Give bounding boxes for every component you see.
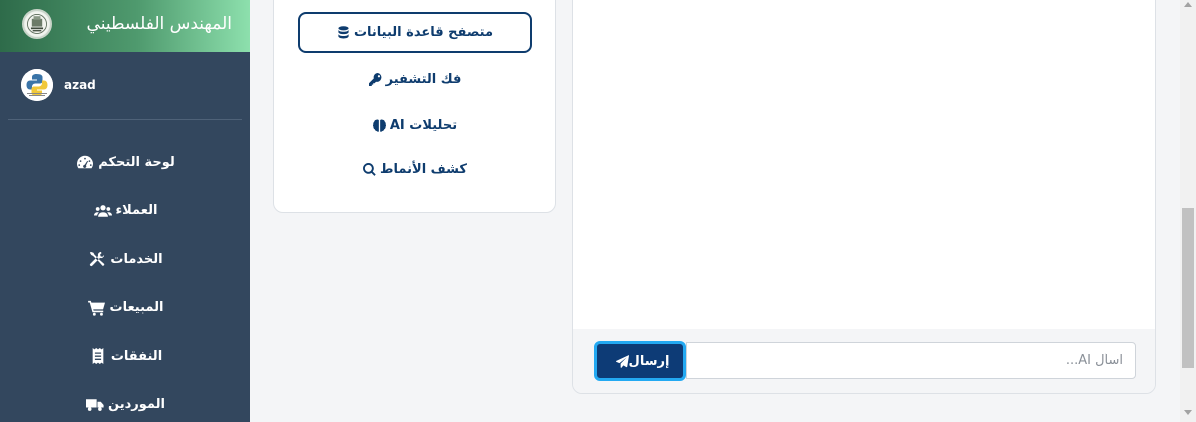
brain-icon — [372, 118, 386, 132]
sidebar-item-label: النفقات — [110, 348, 163, 364]
ai-analytics-link[interactable]: تحليلات AI — [298, 114, 532, 136]
send-label: إرسال — [628, 353, 670, 369]
search-icon — [363, 162, 376, 176]
key-icon — [368, 72, 382, 86]
sidebar-item-label: العملاء — [115, 203, 158, 219]
sidebar-item-label: المبيعات — [109, 300, 164, 316]
db-browser-button[interactable]: متصفح قاعدة البيانات — [298, 12, 532, 53]
paper-plane-icon — [615, 354, 629, 368]
ai-analytics-label: تحليلات AI — [389, 117, 458, 133]
sidebar-item-services[interactable]: الخدمات — [0, 235, 250, 284]
users-icon — [93, 202, 113, 220]
scrollbar-thumb[interactable] — [1182, 208, 1194, 368]
decrypt-link[interactable]: فك التشفير — [298, 68, 532, 90]
pattern-detect-link[interactable]: كشف الأنماط — [298, 158, 532, 180]
sidebar: المهندس الفلسطيني azad لوحة التحكم العمل… — [0, 0, 250, 422]
sidebar-item-sales[interactable]: المبيعات — [0, 284, 250, 333]
sidebar-item-suppliers[interactable]: الموردين — [0, 381, 250, 422]
tachometer-icon — [75, 153, 95, 171]
brand-title: المهندس الفلسطيني — [86, 14, 232, 34]
decrypt-label: فك التشفير — [385, 71, 462, 87]
receipt-icon — [88, 347, 108, 365]
sidebar-divider — [8, 119, 242, 120]
ai-question-input[interactable] — [686, 342, 1136, 379]
user-profile[interactable]: azad — [0, 68, 250, 104]
sidebar-nav: لوحة التحكم العملاء الخدمات المبيعات الن… — [0, 138, 250, 422]
company-logo — [22, 9, 52, 39]
ai-chat-panel: إرسال — [572, 0, 1156, 394]
sidebar-item-label: الموردين — [108, 397, 165, 413]
db-browser-label: متصفح قاعدة البيانات — [353, 25, 494, 40]
sidebar-item-label: لوحة التحكم — [98, 154, 175, 170]
user-name: azad — [64, 78, 96, 92]
sidebar-item-dashboard[interactable]: لوحة التحكم — [0, 138, 250, 187]
brand-header[interactable]: المهندس الفلسطيني — [0, 0, 250, 52]
cart-icon — [87, 299, 107, 317]
truck-icon — [85, 396, 105, 414]
scroll-up-arrow-icon[interactable] — [1184, 2, 1192, 7]
sidebar-item-expenses[interactable]: النفقات — [0, 332, 250, 381]
database-icon — [337, 26, 350, 39]
avatar — [21, 69, 53, 101]
chat-footer: إرسال — [573, 329, 1155, 393]
send-button[interactable]: إرسال — [594, 341, 686, 381]
page-scrollbar[interactable] — [1180, 0, 1196, 422]
pattern-detect-label: كشف الأنماط — [380, 161, 467, 177]
sidebar-item-label: الخدمات — [110, 251, 163, 267]
chat-messages-area[interactable] — [573, 0, 1155, 329]
sidebar-item-clients[interactable]: العملاء — [0, 187, 250, 236]
scroll-down-arrow-icon[interactable] — [1184, 410, 1192, 415]
tools-icon — [87, 250, 107, 268]
